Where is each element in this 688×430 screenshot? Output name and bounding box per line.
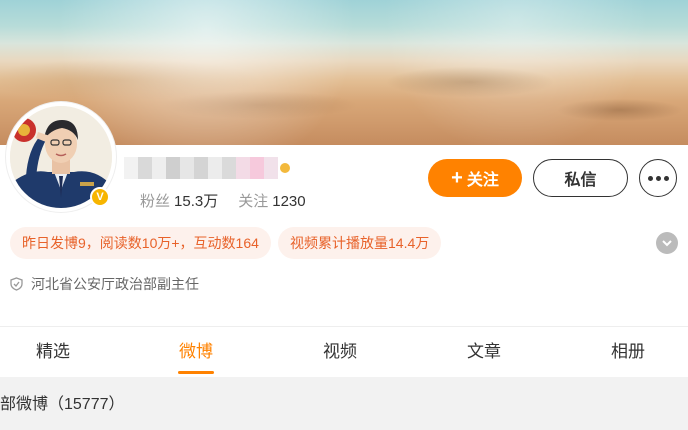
verified-badge-icon: V xyxy=(90,187,110,207)
activity-tag-label: 昨日发博9，阅读数10万+，互动数164 xyxy=(22,235,259,251)
all-posts-bar: 部微博（15777） xyxy=(0,377,688,430)
tab-weibo[interactable]: 微博 xyxy=(179,327,213,377)
message-button-label: 私信 xyxy=(564,172,597,189)
profile-description: 河北省公安厅政治部副主任 xyxy=(10,274,199,294)
video-stats-tag[interactable]: 视频累计播放量14.4万 xyxy=(278,227,442,259)
all-posts-label[interactable]: 部微博（15777） xyxy=(0,390,125,414)
shield-icon xyxy=(10,277,23,291)
dot xyxy=(655,175,661,181)
blur-block xyxy=(180,157,194,179)
blur-block xyxy=(236,157,250,179)
follow-button-label: 关注 xyxy=(466,172,499,189)
dot xyxy=(663,175,669,181)
blur-block xyxy=(152,157,166,179)
blur-block xyxy=(208,157,222,179)
profile-tabs: 精选 微博 视频 文章 相册 xyxy=(0,327,688,377)
blur-block xyxy=(124,157,138,179)
fans-count[interactable]: 15.3万 xyxy=(174,193,218,210)
username-blurred xyxy=(124,154,292,182)
blur-block xyxy=(194,157,208,179)
message-button[interactable]: 私信 xyxy=(533,159,628,197)
profile-stats: 粉丝 15.3万 关注 1230 xyxy=(140,190,326,211)
blur-block xyxy=(166,157,180,179)
blur-block xyxy=(222,157,236,179)
active-tab-indicator xyxy=(178,371,214,374)
blur-block xyxy=(138,157,152,179)
chevron-down-icon[interactable] xyxy=(656,232,678,254)
tab-featured[interactable]: 精选 xyxy=(36,327,70,377)
follow-button[interactable]: + 关注 xyxy=(428,159,522,197)
following-count[interactable]: 1230 xyxy=(272,193,305,210)
following-label: 关注 xyxy=(238,193,269,210)
plus-icon: + xyxy=(451,167,463,189)
tab-album[interactable]: 相册 xyxy=(611,327,645,377)
tab-articles[interactable]: 文章 xyxy=(467,327,501,377)
more-dots-icon[interactable] xyxy=(639,159,677,197)
activity-tag[interactable]: 昨日发博9，阅读数10万+，互动数164 xyxy=(10,227,271,259)
dot xyxy=(647,175,653,181)
fans-label: 粉丝 xyxy=(140,193,171,210)
tab-video[interactable]: 视频 xyxy=(323,327,357,377)
video-stats-tag-label: 视频累计播放量14.4万 xyxy=(290,235,430,251)
blur-block xyxy=(250,157,264,179)
blur-block xyxy=(264,157,278,179)
description-text: 河北省公安厅政治部副主任 xyxy=(31,276,199,292)
level-icon xyxy=(280,163,290,173)
